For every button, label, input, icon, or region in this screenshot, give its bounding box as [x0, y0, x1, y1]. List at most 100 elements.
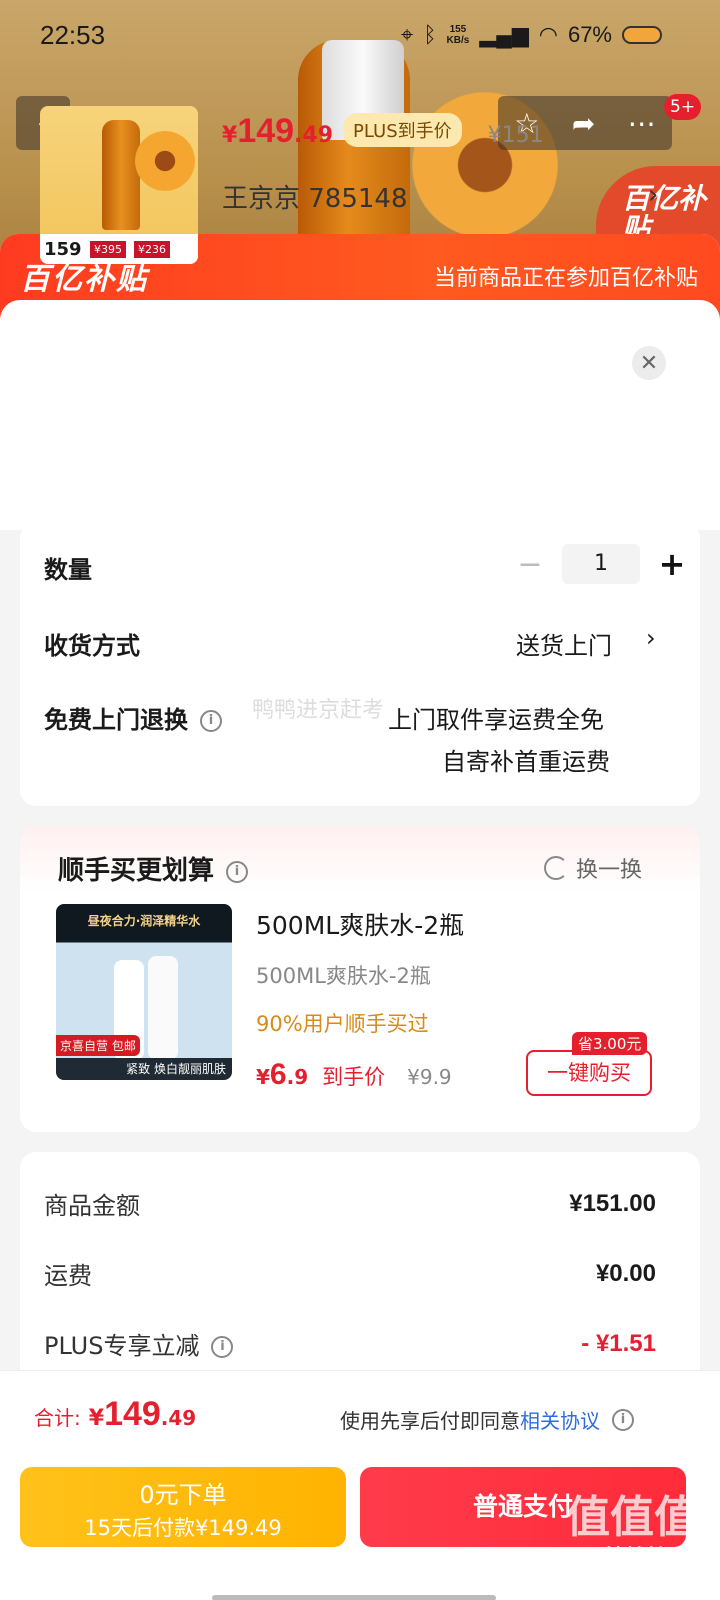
user-watermark: 鸭鸭进京赶考: [252, 698, 385, 723]
increase-button[interactable]: +: [650, 545, 694, 583]
recommendation-title: 顺手买更划算 i: [58, 850, 249, 887]
save-tag: 省3.00元: [572, 1032, 648, 1055]
info-icon[interactable]: i: [211, 1336, 234, 1358]
return-line-1: 上门取件享运费全免: [388, 706, 604, 734]
refresh-label: 换一换: [576, 858, 643, 883]
network-speed: 155 KB/s: [447, 24, 470, 46]
site-watermark-glyphs: 值值值: [566, 1492, 698, 1543]
checkout-bar: 合计: ¥ 149 .49 使用先享后付即同意 相关协议 i 0元下单 15天后…: [0, 1370, 720, 1600]
site-watermark-url: zhizhizhi.com: [599, 1545, 698, 1560]
rec-price-integer: 6: [269, 1058, 287, 1091]
recommendation-card: 顺手买更划算 i 换一换 昼夜合力·润泽精华水 京喜自营 包邮 紧致 焕白靓丽肌肤…: [20, 826, 700, 1132]
rec-img-footer: 紧致 焕白靓丽肌肤: [56, 1058, 232, 1080]
recommendation-name[interactable]: 500ML爽肤水-2瓶: [256, 906, 464, 942]
message-badge: 5+: [664, 94, 702, 120]
subsidy-message: 当前商品正在参加百亿补贴: [433, 266, 698, 291]
recommendation-spec: 500ML爽肤水-2瓶: [256, 964, 431, 988]
plus-price-tag: PLUS到手价: [343, 113, 462, 147]
rec-price-decimal: .9: [286, 1065, 309, 1089]
summary-label: PLUS专享立减 i: [44, 1326, 234, 1361]
refresh-icon: [544, 856, 568, 880]
status-bar: 22:53 ⌖ ᛒ 155 KB/s ▂▄▆ ◠ 67%: [0, 0, 720, 76]
total-price: 合计: ¥ 149 .49: [34, 1395, 196, 1434]
return-label-text: 免费上门退换: [44, 706, 188, 734]
net-speed-value: 155: [449, 24, 467, 35]
decrease-button[interactable]: −: [508, 547, 552, 582]
chevron-right-icon[interactable]: ›: [646, 624, 656, 652]
net-speed-unit: KB/s: [446, 35, 470, 46]
agreement-link[interactable]: 相关协议: [520, 1405, 600, 1434]
rec-price-label: 到手价: [322, 1065, 386, 1089]
close-button[interactable]: ✕: [632, 346, 666, 380]
status-time: 22:53: [40, 20, 106, 50]
refresh-button[interactable]: 换一换: [544, 852, 642, 884]
options-card: 数量 − 1 + 收货方式 送货上门 › 免费上门退换 i 上门取件享运费全免 自…: [20, 522, 700, 806]
wifi-icon: ◠: [538, 22, 558, 47]
site-watermark-logo: 值值值 zhizhizhi.com: [566, 1481, 698, 1560]
more-icon[interactable]: ⋯: [628, 107, 656, 140]
rec-img-title: 昼夜合力·润泽精华水: [87, 914, 201, 928]
info-icon[interactable]: i: [612, 1408, 634, 1431]
total-integer: 149: [104, 1395, 161, 1433]
quantity-label: 数量: [44, 556, 92, 584]
bluetooth-icon: ᛒ: [423, 22, 437, 47]
seller-info[interactable]: 王京京 785148: [222, 178, 408, 215]
total-currency: ¥: [88, 1406, 105, 1431]
close-icon: ✕: [639, 350, 659, 376]
status-icons: ⌖ ᛒ 155 KB/s ▂▄▆ ◠ 67%: [401, 22, 662, 48]
summary-row: 运费 ¥0.00: [44, 1256, 656, 1291]
summary-value: ¥0.00: [595, 1259, 656, 1287]
signal-icon: ▂▄▆: [479, 22, 529, 47]
pay-later-title: 0元下单: [139, 1481, 227, 1509]
thumb-flower: [130, 126, 198, 196]
summary-value: ¥151.00: [569, 1189, 656, 1217]
thumb-price: 159: [44, 238, 82, 260]
summary-label: 运费: [44, 1262, 92, 1290]
chevron-right-icon[interactable]: ›: [648, 180, 658, 210]
delivery-value[interactable]: 送货上门: [516, 626, 612, 661]
location-icon: ⌖: [400, 22, 414, 47]
agreement-text: 使用先享后付即同意 相关协议 i: [340, 1405, 634, 1434]
summary-value: - ¥1.51: [581, 1329, 656, 1357]
pay-later-button[interactable]: 0元下单 15天后付款¥149.49: [20, 1467, 346, 1547]
thumb-price-strip: 159 ¥395 ¥236: [40, 234, 198, 264]
summary-label: 商品金额: [44, 1192, 140, 1220]
recommendation-title-text: 顺手买更划算: [58, 856, 215, 886]
share-icon[interactable]: ➦: [572, 107, 595, 140]
pay-later-subtitle: 15天后付款¥149.49: [84, 1516, 282, 1540]
plus-discount-label: PLUS专享立减: [44, 1332, 200, 1360]
price-integer: 149: [237, 112, 295, 150]
quantity-input[interactable]: 1: [562, 544, 640, 584]
rec-currency: ¥: [256, 1065, 270, 1089]
quantity-stepper: − 1 +: [508, 544, 694, 584]
rec-original-price: ¥9.9: [407, 1065, 452, 1089]
rec-img-label: 京喜自营 包邮: [56, 1035, 140, 1056]
battery-icon: [622, 26, 662, 44]
thumb-price-b: ¥395: [90, 240, 126, 258]
one-click-buy-button[interactable]: 一键购买: [526, 1050, 652, 1096]
product-summary-panel: [0, 300, 720, 530]
summary-row: PLUS专享立减 i - ¥1.51: [44, 1326, 656, 1361]
agreement-prefix: 使用先享后付即同意: [340, 1409, 520, 1433]
price-currency: ¥: [222, 123, 238, 148]
return-line-2: 自寄补首重运费: [442, 748, 610, 776]
summary-row: 商品金额 ¥151.00: [44, 1186, 656, 1221]
battery-percent: 67%: [567, 22, 612, 47]
delivery-label: 收货方式: [44, 632, 140, 660]
price-summary-card: 商品金额 ¥151.00 运费 ¥0.00 PLUS专享立减 i - ¥1.51: [20, 1152, 700, 1392]
thumb-price-c: ¥236: [134, 240, 170, 258]
original-price: ¥151: [487, 123, 544, 148]
recommendation-price: ¥ 6 .9 到手价 ¥9.9: [256, 1058, 452, 1092]
product-price: ¥ 149 .49 PLUS到手价 ¥151: [222, 112, 544, 152]
total-label: 合计:: [34, 1406, 81, 1430]
product-thumbnail[interactable]: 159 ¥395 ¥236: [40, 106, 198, 264]
total-decimal: .49: [160, 1406, 197, 1430]
return-label: 免费上门退换 i: [44, 700, 222, 735]
recommendation-image[interactable]: 昼夜合力·润泽精华水 京喜自营 包邮 紧致 焕白靓丽肌肤: [56, 904, 232, 1080]
price-decimal: .49: [294, 123, 334, 148]
recommendation-popularity: 90%用户顺手买过: [256, 1012, 429, 1036]
info-icon[interactable]: i: [226, 860, 249, 883]
rec-bottle-2: [148, 956, 178, 1060]
info-icon[interactable]: i: [200, 710, 222, 732]
home-indicator[interactable]: [212, 1595, 496, 1600]
